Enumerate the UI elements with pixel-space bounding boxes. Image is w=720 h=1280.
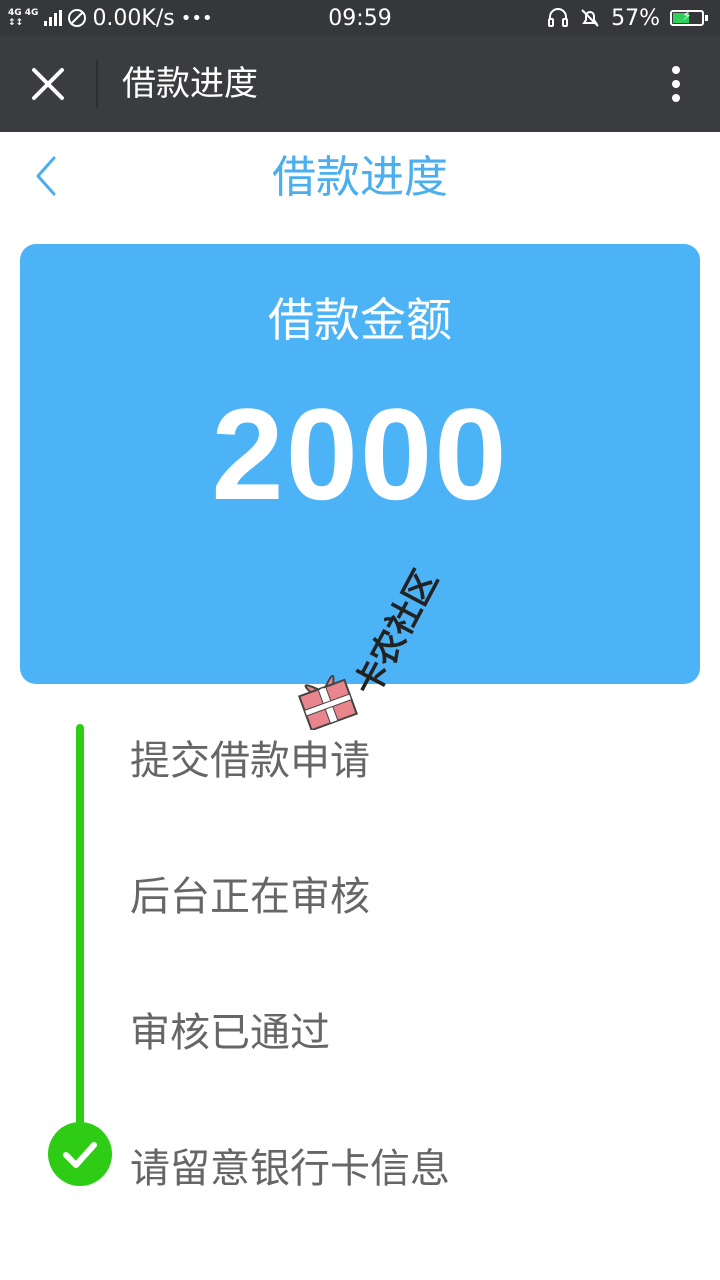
progress-step: 提交借款申请 <box>130 738 370 784</box>
battery-percent: 57% <box>611 5 660 31</box>
status-bar: 4G 4G ↕↕ 0.00K/s ••• 09:59 57% ⚡ <box>0 0 720 36</box>
loan-amount-label: 借款金额 <box>268 293 452 347</box>
page-title: 借款进度 <box>272 152 448 203</box>
nav-divider <box>96 60 98 108</box>
close-icon[interactable] <box>26 64 70 104</box>
wechat-page-title: 借款进度 <box>122 64 258 104</box>
battery-charging-icon: ⚡ <box>682 9 692 24</box>
wechat-top-bar: 借款进度 <box>0 36 720 132</box>
step-complete-check-icon <box>48 1122 112 1186</box>
progress-step: 后台正在审核 <box>130 874 370 920</box>
progress-line <box>76 724 84 1186</box>
status-right: 57% ⚡ <box>547 0 708 36</box>
bell-muted-icon <box>581 9 599 27</box>
headset-icon <box>548 8 569 27</box>
progress-step-current: 请留意银行卡信息 <box>130 1146 450 1192</box>
page-header: 借款进度 <box>0 132 720 224</box>
battery-icon: ⚡ <box>670 9 708 26</box>
more-options-icon[interactable] <box>670 66 682 102</box>
loan-amount-value: 2000 <box>211 381 509 527</box>
progress-step: 审核已通过 <box>130 1010 330 1056</box>
